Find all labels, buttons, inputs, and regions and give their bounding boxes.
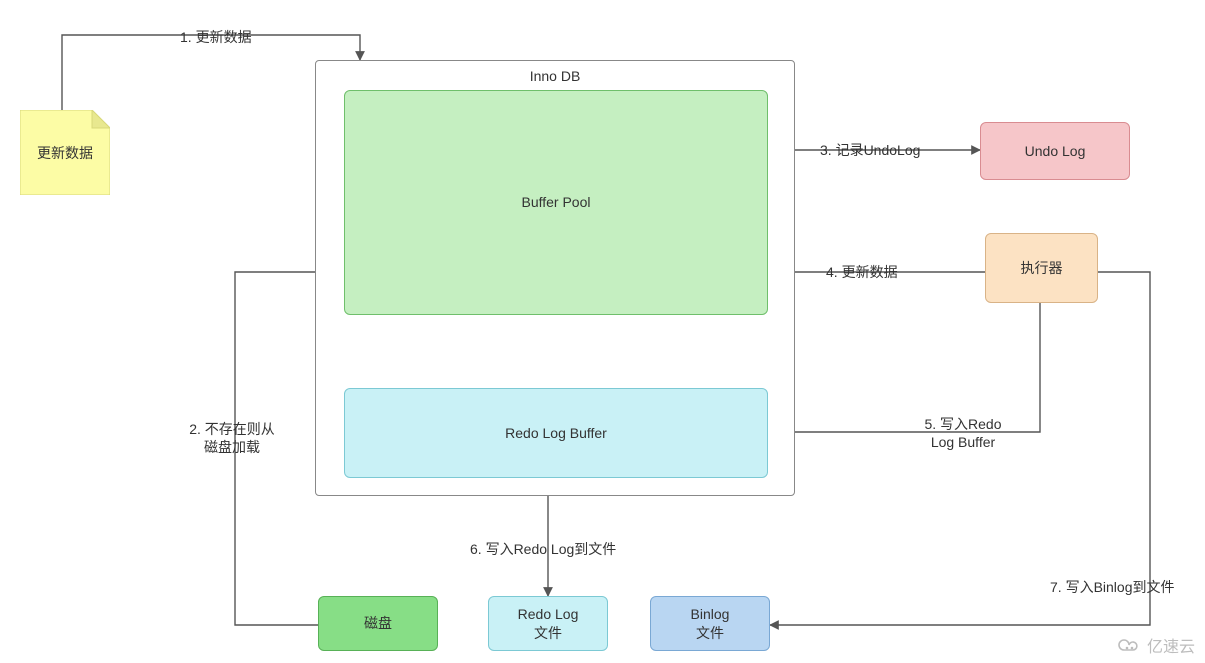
redo-log-file-label: Redo Log 文件 xyxy=(518,605,579,643)
undo-log: Undo Log xyxy=(980,122,1130,180)
buffer-pool-label: Buffer Pool xyxy=(521,193,590,212)
update-data-note-label: 更新数据 xyxy=(37,143,93,163)
edge2-label: 2. 不存在则从 磁盘加载 xyxy=(172,420,292,456)
redo-log-buffer-label: Redo Log Buffer xyxy=(505,424,607,443)
redo-log-file: Redo Log 文件 xyxy=(488,596,608,651)
edge3-label: 3. 记录UndoLog xyxy=(820,141,920,159)
redo-log-buffer: Redo Log Buffer xyxy=(344,388,768,478)
undo-log-label: Undo Log xyxy=(1025,142,1086,161)
watermark-text: 亿速云 xyxy=(1147,633,1195,657)
edge4-label: 4. 更新数据 xyxy=(826,263,898,281)
edge5-label: 5. 写入Redo Log Buffer xyxy=(908,415,1018,451)
edge1-label: 1. 更新数据 xyxy=(180,28,252,46)
binlog-file: Binlog 文件 xyxy=(650,596,770,651)
disk-label: 磁盘 xyxy=(364,614,392,633)
update-data-note: 更新数据 xyxy=(20,110,110,195)
edge7-label: 7. 写入Binlog到文件 xyxy=(1050,578,1174,596)
binlog-file-label: Binlog 文件 xyxy=(691,605,730,643)
executor: 执行器 xyxy=(985,233,1098,303)
buffer-pool: Buffer Pool xyxy=(344,90,768,315)
executor-label: 执行器 xyxy=(1021,259,1063,278)
edge6-label: 6. 写入Redo Log到文件 xyxy=(470,540,616,558)
watermark: 亿速云 xyxy=(1117,633,1195,657)
disk: 磁盘 xyxy=(318,596,438,651)
innodb-label: Inno DB xyxy=(530,67,581,86)
